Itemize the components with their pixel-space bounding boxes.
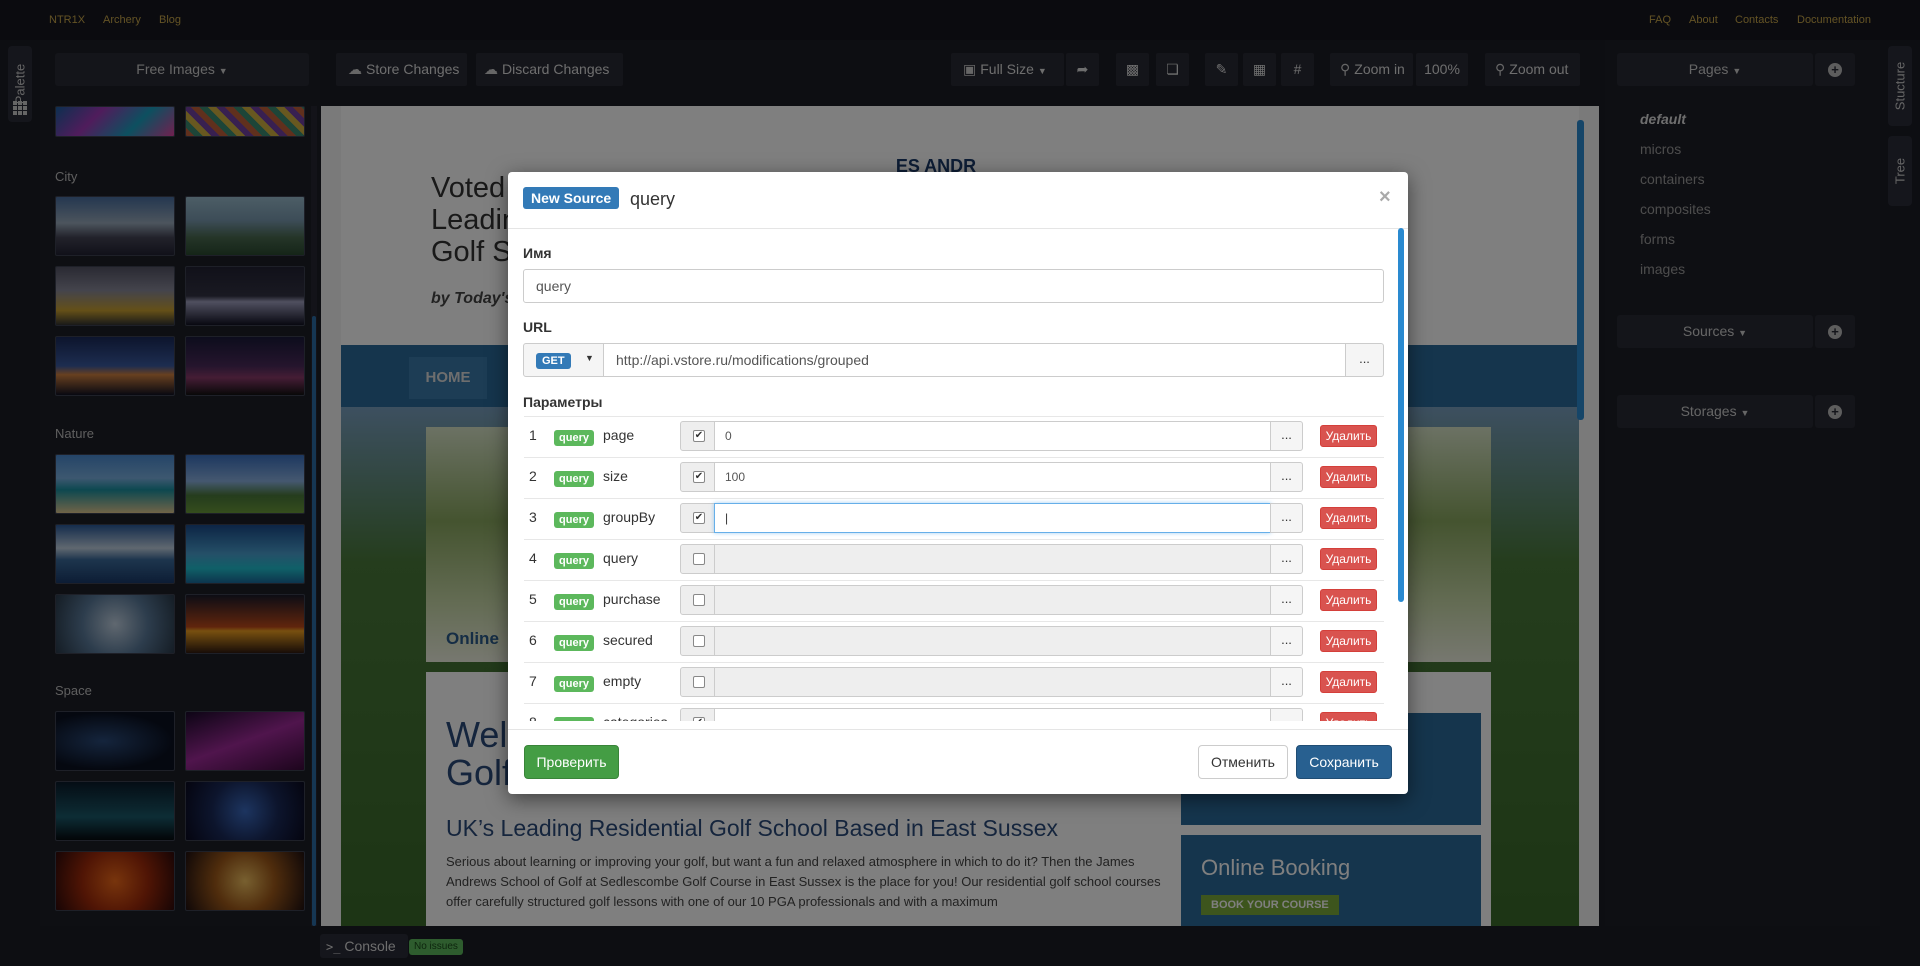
- param-enable-checkbox[interactable]: [680, 544, 715, 574]
- param-number: 4: [529, 550, 537, 566]
- param-name: empty: [603, 673, 642, 689]
- text-cursor: |: [725, 511, 729, 525]
- param-delete-button[interactable]: Удалить: [1320, 589, 1377, 611]
- param-delete-button[interactable]: Удалить: [1320, 630, 1377, 652]
- param-enable-checkbox[interactable]: [680, 585, 715, 615]
- param-more-button[interactable]: ...: [1270, 462, 1303, 492]
- param-number: 8: [529, 714, 537, 721]
- param-row: 2 query size ✔ 100 ... Удалить: [508, 457, 1408, 498]
- param-delete-button[interactable]: Удалить: [1320, 548, 1377, 570]
- param-value-input[interactable]: [714, 667, 1271, 697]
- check-icon: ✔: [693, 471, 705, 483]
- param-delete-button[interactable]: Удалить: [1320, 671, 1377, 693]
- check-icon: ✔: [693, 430, 705, 442]
- empty-checkbox-icon: [693, 553, 705, 565]
- param-name: categories: [603, 714, 668, 721]
- save-button[interactable]: Сохранить: [1296, 745, 1392, 779]
- param-number: 5: [529, 591, 537, 607]
- param-type-badge: query: [554, 676, 594, 692]
- param-type-badge: query: [554, 430, 594, 446]
- param-type-badge: query: [554, 635, 594, 651]
- method-dropdown[interactable]: GET ▼: [523, 343, 604, 377]
- param-row: 7 query empty ... Удалить: [508, 662, 1408, 703]
- cancel-button[interactable]: Отменить: [1198, 745, 1288, 779]
- empty-checkbox-icon: [693, 635, 705, 647]
- param-row: 8 query categories ✔ ... Удалить: [508, 703, 1408, 721]
- param-name: query: [603, 550, 639, 566]
- params-label: Параметры: [523, 394, 603, 410]
- param-more-button[interactable]: ...: [1270, 421, 1303, 451]
- url-label: URL: [523, 319, 552, 335]
- param-more-button[interactable]: ...: [1270, 626, 1303, 656]
- new-source-modal: New Source query × Имя query URL GET ▼ h…: [508, 172, 1408, 794]
- check-icon: ✔: [693, 512, 705, 524]
- param-name: purchase: [603, 591, 661, 607]
- param-type-badge: query: [554, 553, 594, 569]
- param-delete-button[interactable]: Удалить: [1320, 466, 1377, 488]
- check-icon: ✔: [693, 717, 705, 721]
- check-button[interactable]: Проверить: [524, 745, 619, 779]
- param-value-input[interactable]: 0: [714, 421, 1271, 451]
- param-name: size: [603, 468, 628, 484]
- param-value-input[interactable]: [714, 585, 1271, 615]
- param-more-button[interactable]: ...: [1270, 544, 1303, 574]
- param-type-badge: query: [554, 594, 594, 610]
- param-value-input[interactable]: [714, 544, 1271, 574]
- param-name: page: [603, 427, 635, 443]
- empty-checkbox-icon: [693, 594, 705, 606]
- param-row: 3 query groupBy ✔ | ... Удалить: [508, 498, 1408, 539]
- url-more-button[interactable]: ...: [1345, 343, 1384, 377]
- param-number: 6: [529, 632, 537, 648]
- param-value-input[interactable]: [714, 708, 1271, 721]
- empty-checkbox-icon: [693, 676, 705, 688]
- param-number: 7: [529, 673, 537, 689]
- method-badge: GET: [536, 353, 571, 369]
- modal-header-divider: [508, 228, 1408, 229]
- param-number: 2: [529, 468, 537, 484]
- param-enable-checkbox[interactable]: ✔: [680, 708, 715, 721]
- param-type-badge: query: [554, 717, 594, 721]
- param-number: 3: [529, 509, 537, 525]
- param-number: 1: [529, 427, 537, 443]
- param-more-button[interactable]: ...: [1270, 503, 1303, 533]
- param-enable-checkbox[interactable]: [680, 626, 715, 656]
- param-delete-button[interactable]: Удалить: [1320, 425, 1377, 447]
- modal-close-button[interactable]: ×: [1379, 186, 1391, 209]
- modal-scroll-thumb[interactable]: [1398, 228, 1404, 602]
- param-type-badge: query: [554, 512, 594, 528]
- param-row: 4 query query ... Удалить: [508, 539, 1408, 580]
- modal-title: query: [630, 189, 676, 209]
- modal-footer-divider: [508, 729, 1408, 730]
- caret-down-icon: ▼: [585, 353, 594, 363]
- param-type-badge: query: [554, 471, 594, 487]
- param-row: 5 query purchase ... Удалить: [508, 580, 1408, 621]
- param-delete-button[interactable]: Удалить: [1320, 507, 1377, 529]
- name-label: Имя: [523, 245, 552, 261]
- param-enable-checkbox[interactable]: ✔: [680, 421, 715, 451]
- param-value-input[interactable]: 100: [714, 462, 1271, 492]
- param-more-button[interactable]: ...: [1270, 585, 1303, 615]
- modal-scrollbar[interactable]: [1398, 228, 1404, 728]
- param-row: 6 query secured ... Удалить: [508, 621, 1408, 662]
- param-enable-checkbox[interactable]: ✔: [680, 503, 715, 533]
- param-delete-button[interactable]: Удалить: [1320, 712, 1377, 721]
- name-input[interactable]: query: [523, 269, 1384, 303]
- params-list: 1 query page ✔ 0 ... Удалить 2 query siz…: [508, 416, 1408, 721]
- param-name: secured: [603, 632, 653, 648]
- param-value-input[interactable]: [714, 626, 1271, 656]
- param-more-button[interactable]: ...: [1270, 708, 1303, 721]
- param-enable-checkbox[interactable]: [680, 667, 715, 697]
- param-value-input[interactable]: |: [714, 503, 1271, 533]
- url-input[interactable]: http://api.vstore.ru/modifications/group…: [603, 343, 1346, 377]
- param-more-button[interactable]: ...: [1270, 667, 1303, 697]
- new-source-badge-label: New Source: [523, 187, 620, 209]
- param-name: groupBy: [603, 509, 656, 525]
- param-row: 1 query page ✔ 0 ... Удалить: [508, 416, 1408, 457]
- new-source-badge: New Source: [523, 187, 620, 209]
- param-enable-checkbox[interactable]: ✔: [680, 462, 715, 492]
